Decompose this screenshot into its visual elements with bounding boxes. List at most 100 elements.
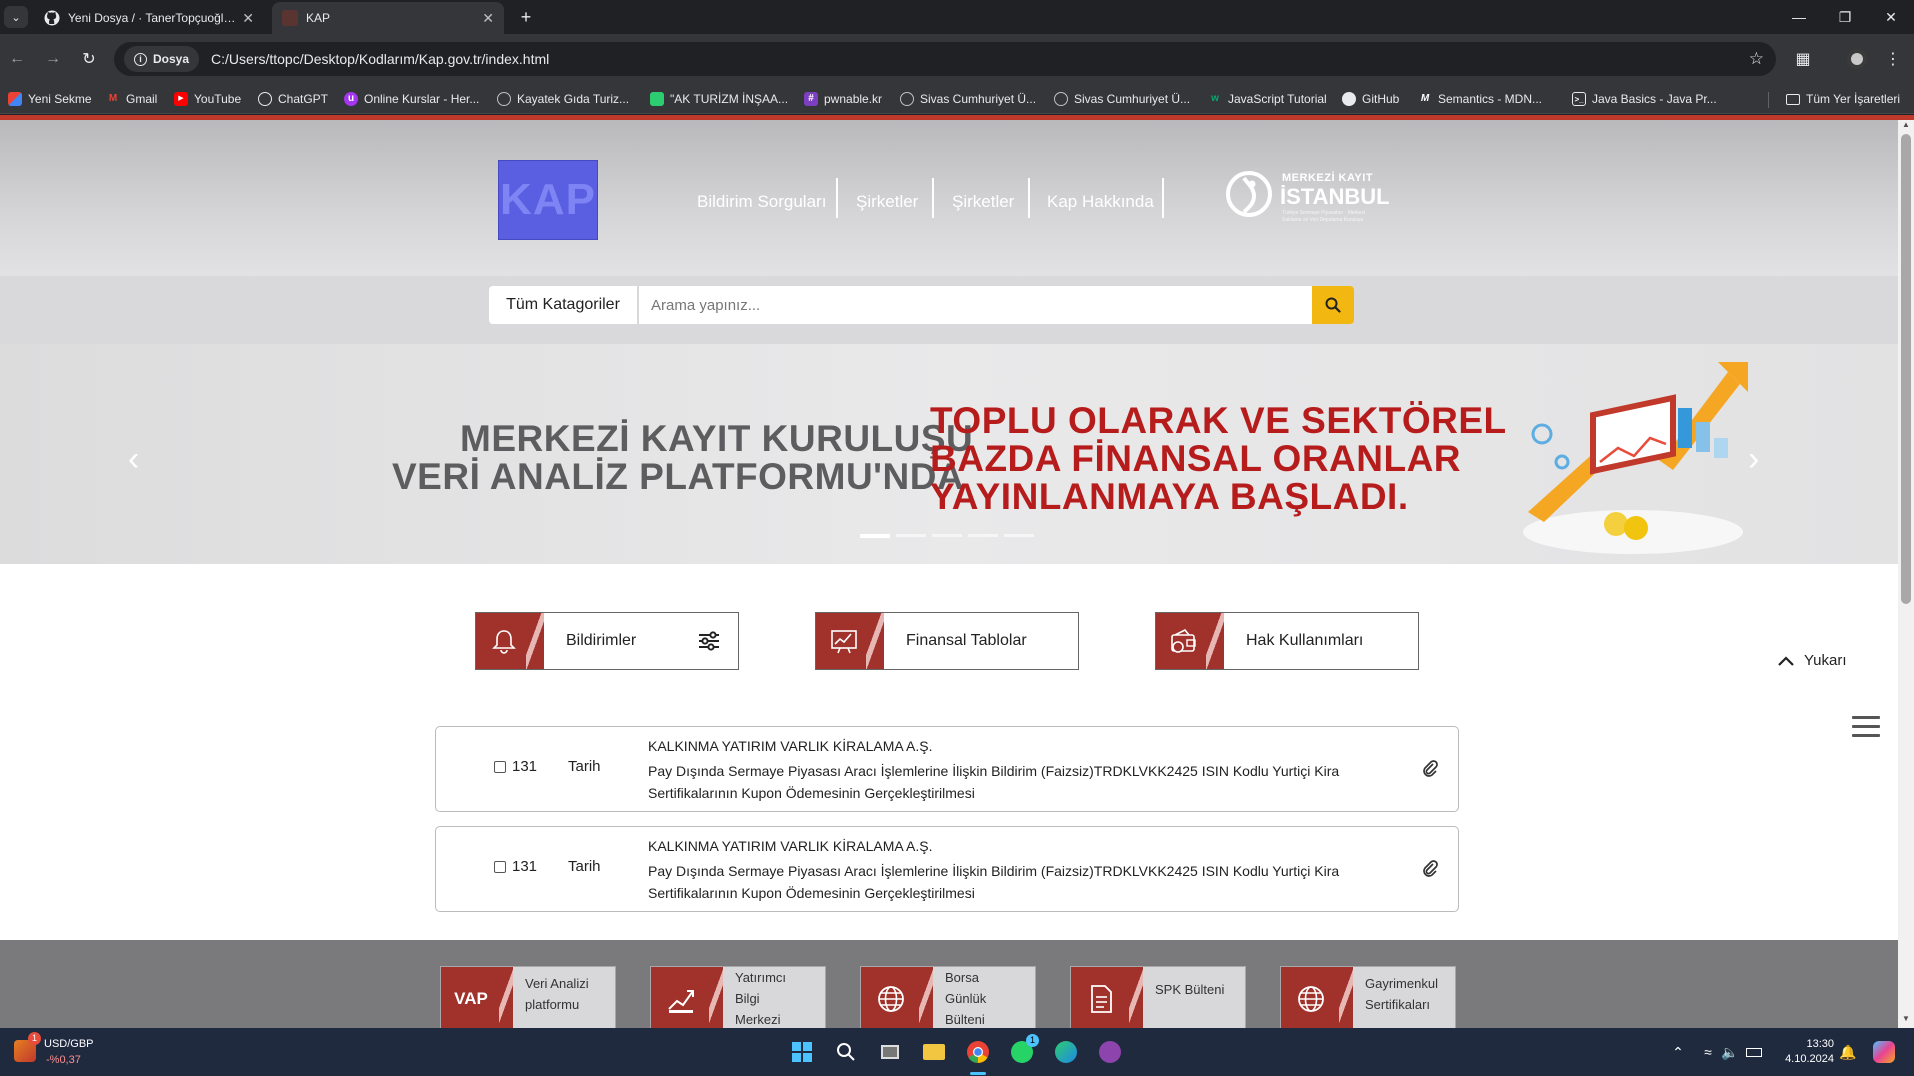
scroll-down-icon[interactable]: ▼ bbox=[1898, 1014, 1914, 1028]
reload-button[interactable]: ↻ bbox=[76, 46, 102, 72]
finansal-tablolar-button[interactable]: Finansal Tablolar bbox=[815, 612, 1079, 670]
card-line2: Günlük bbox=[945, 991, 987, 1006]
scroll-up-icon[interactable]: ▲ bbox=[1898, 120, 1914, 134]
nav-divider bbox=[1162, 178, 1164, 218]
scrollbar-thumb[interactable] bbox=[1901, 134, 1911, 604]
search-icon[interactable] bbox=[832, 1038, 860, 1066]
gayrimenkul-sertifikalari-card[interactable]: Gayrimenkul Sertifikaları bbox=[1280, 966, 1456, 1028]
nav-divider bbox=[932, 178, 934, 218]
window-close-button[interactable]: ✕ bbox=[1868, 0, 1914, 34]
file-explorer-icon[interactable] bbox=[920, 1038, 948, 1066]
minimize-button[interactable]: — bbox=[1776, 0, 1822, 34]
bookmark-item[interactable]: Kayatek Gıda Turiz... bbox=[497, 90, 629, 108]
tab-search-button[interactable]: ⌄ bbox=[4, 6, 28, 28]
hak-kullanimlari-button[interactable]: Hak Kullanımları bbox=[1155, 612, 1419, 670]
bookmark-item[interactable]: w JavaScript Tutorial bbox=[1208, 90, 1327, 108]
search-button[interactable] bbox=[1312, 286, 1354, 324]
bookmark-item[interactable]: >_ Java Basics - Java Pr... bbox=[1572, 90, 1717, 108]
whatsapp-icon[interactable]: 1 bbox=[1008, 1034, 1039, 1066]
notification-subject[interactable]: Pay Dışında Sermaye Piyasası Aracı İşlem… bbox=[648, 760, 1388, 804]
spk-bulteni-card[interactable]: SPK Bülteni bbox=[1070, 966, 1246, 1028]
icon-panel bbox=[1281, 967, 1353, 1028]
udemy-icon: u bbox=[344, 92, 358, 106]
hak-kullanimlari-label: Hak Kullanımları bbox=[1246, 632, 1364, 649]
address-bar[interactable]: i Dosya C:/Users/ttopc/Desktop/Kodlarım/… bbox=[114, 42, 1776, 76]
bookmark-item[interactable]: ▶ YouTube bbox=[174, 90, 241, 108]
nav-sirketler-2[interactable]: Şirketler bbox=[952, 192, 1014, 212]
filter-sliders-icon[interactable] bbox=[698, 631, 720, 651]
attachment-icon[interactable] bbox=[1422, 759, 1438, 777]
chrome-icon[interactable] bbox=[964, 1038, 992, 1066]
bookmark-item[interactable]: GitHub bbox=[1342, 90, 1399, 108]
back-to-top-button[interactable]: Yukarı bbox=[1778, 652, 1847, 669]
bell-icon[interactable]: 🔔 bbox=[1834, 1038, 1862, 1066]
nav-bildirim-sorgulari[interactable]: Bildirim Sorguları bbox=[697, 192, 826, 212]
bookmark-item[interactable]: ChatGPT bbox=[258, 90, 328, 108]
restore-button[interactable]: ❐ bbox=[1822, 0, 1868, 34]
bookmark-label: Kayatek Gıda Turiz... bbox=[517, 92, 630, 106]
hamburger-menu-icon[interactable] bbox=[1852, 716, 1880, 740]
edge-icon[interactable] bbox=[1052, 1038, 1080, 1066]
task-view-icon[interactable] bbox=[876, 1038, 904, 1066]
borsa-gunluk-card[interactable]: Borsa Günlük Bülteni bbox=[860, 966, 1036, 1028]
notification-card[interactable]: 131 Tarih KALKINMA YATIRIM VARLIK KİRALA… bbox=[435, 726, 1459, 812]
select-checkbox[interactable] bbox=[494, 861, 506, 873]
site-info-chip[interactable]: i Dosya bbox=[124, 46, 200, 72]
profile-avatar[interactable] bbox=[1844, 46, 1870, 72]
bookmark-item[interactable]: Sivas Cumhuriyet Ü... bbox=[900, 90, 1036, 108]
close-icon[interactable]: ✕ bbox=[242, 10, 254, 27]
attachment-icon[interactable] bbox=[1422, 859, 1438, 877]
veri-analizi-card[interactable]: VAP Veri Analizi platformu bbox=[440, 966, 616, 1028]
page-scrollbar[interactable]: ▲ ▼ bbox=[1898, 120, 1914, 1028]
browser-toolbar: ← → ↻ i Dosya C:/Users/ttopc/Desktop/Kod… bbox=[0, 34, 1914, 84]
close-icon[interactable]: ✕ bbox=[482, 10, 494, 27]
all-bookmarks-button[interactable]: Tüm Yer İşaretleri bbox=[1786, 90, 1900, 108]
bookmark-item[interactable]: M Semantics - MDN... bbox=[1418, 90, 1542, 108]
bookmark-item[interactable]: Yeni Sekme bbox=[8, 90, 92, 108]
extensions-icon[interactable]: ▦ bbox=[1790, 46, 1816, 72]
icon-panel bbox=[861, 967, 933, 1028]
notification-card[interactable]: 131 Tarih KALKINMA YATIRIM VARLIK KİRALA… bbox=[435, 826, 1459, 912]
category-select[interactable]: Tüm Katagoriler bbox=[489, 286, 637, 324]
star-icon[interactable]: ☆ bbox=[1749, 49, 1764, 69]
menu-kebab-icon[interactable]: ⋮ bbox=[1880, 46, 1906, 72]
bookmark-item[interactable]: M Gmail bbox=[106, 90, 158, 108]
tab-kap[interactable]: KAP ✕ bbox=[272, 2, 504, 34]
select-checkbox[interactable] bbox=[494, 761, 506, 773]
bildirimler-button[interactable]: Bildirimler bbox=[475, 612, 739, 670]
bookmark-item[interactable]: "AK TURİZM İNŞAA... bbox=[650, 90, 788, 108]
nav-sirketler[interactable]: Şirketler bbox=[856, 192, 918, 212]
copilot-icon[interactable] bbox=[1870, 1038, 1898, 1066]
chevron-up-icon[interactable]: ⌃ bbox=[1664, 1038, 1692, 1066]
kap-logo[interactable]: KAP bbox=[498, 160, 598, 240]
carousel-prev-icon[interactable]: ‹ bbox=[128, 440, 139, 479]
active-app-indicator bbox=[970, 1072, 986, 1075]
merkezi-kayit-logo[interactable]: MERKEZİ KAYIT İSTANBUL Türkiye Sermaye P… bbox=[1226, 162, 1390, 242]
notification-company[interactable]: KALKINMA YATIRIM VARLIK KİRALAMA A.Ş. bbox=[648, 738, 933, 754]
carousel-dot[interactable] bbox=[860, 534, 890, 538]
notification-company[interactable]: KALKINMA YATIRIM VARLIK KİRALAMA A.Ş. bbox=[648, 838, 933, 854]
new-tab-button[interactable]: + bbox=[514, 5, 538, 29]
bookmark-item[interactable]: Sivas Cumhuriyet Ü... bbox=[1054, 90, 1190, 108]
nav-kap-hakkinda[interactable]: Kap Hakkında bbox=[1047, 192, 1154, 212]
notification-subject[interactable]: Pay Dışında Sermaye Piyasası Aracı İşlem… bbox=[648, 860, 1388, 904]
forward-button[interactable]: → bbox=[40, 46, 66, 72]
carousel-next-icon[interactable]: › bbox=[1748, 440, 1759, 479]
search-input[interactable] bbox=[639, 286, 1312, 324]
carousel-right-line1: TOPLU OLARAK VE SEKTÖREL bbox=[930, 400, 1507, 441]
yatirimci-bilgi-card[interactable]: Yatırımcı Bilgi Merkezi bbox=[650, 966, 826, 1028]
system-clock[interactable]: 13:30 4.10.2024 bbox=[1780, 1037, 1834, 1067]
back-button[interactable]: ← bbox=[4, 46, 30, 72]
windows-start-icon[interactable] bbox=[788, 1038, 816, 1066]
tab-github[interactable]: Yeni Dosya / · TanerTopçuoğlu/K ✕ bbox=[34, 2, 264, 34]
battery-icon[interactable] bbox=[1740, 1038, 1768, 1066]
nav-divider bbox=[1028, 178, 1030, 218]
carousel-dot[interactable] bbox=[1004, 534, 1034, 537]
carousel-dot[interactable] bbox=[932, 534, 962, 537]
carousel-dot[interactable] bbox=[896, 534, 926, 537]
nav-divider bbox=[836, 178, 838, 218]
github-desktop-icon[interactable] bbox=[1096, 1038, 1124, 1066]
carousel-dot[interactable] bbox=[968, 534, 998, 537]
bookmark-item[interactable]: # pwnable.kr bbox=[804, 90, 882, 108]
bookmark-item[interactable]: u Online Kurslar - Her... bbox=[344, 90, 479, 108]
